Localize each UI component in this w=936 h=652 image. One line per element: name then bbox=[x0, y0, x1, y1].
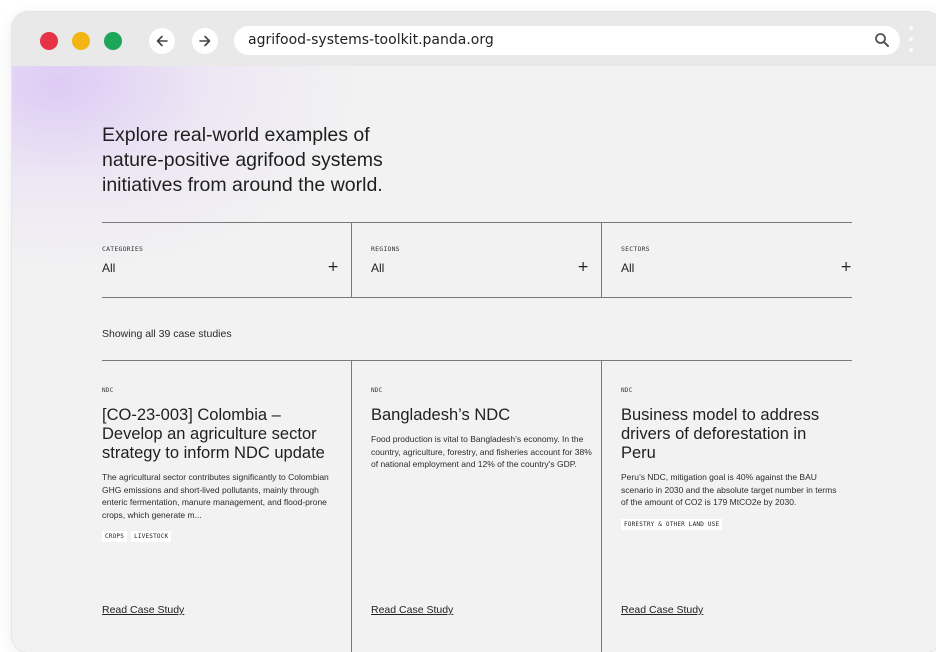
card-tag: NDC bbox=[102, 387, 114, 394]
close-window-button[interactable] bbox=[40, 32, 58, 50]
case-study-card: NDC Business model to address drivers of… bbox=[601, 361, 852, 652]
card-description: Peru’s NDC, mitigation goal is 40% again… bbox=[621, 472, 837, 507]
more-options-icon[interactable] bbox=[908, 26, 914, 56]
forward-button[interactable] bbox=[192, 28, 218, 54]
page-content: Explore real-world examples of nature-po… bbox=[12, 66, 936, 652]
card-chips: CROPS LIVESTOCK bbox=[102, 531, 343, 542]
filter-value: All bbox=[621, 261, 635, 275]
minimize-window-button[interactable] bbox=[72, 32, 90, 50]
card-title[interactable]: Business model to address drivers of def… bbox=[621, 406, 844, 463]
filter-bar: CATEGORIES All + REGIONS All + SECTORS A… bbox=[102, 222, 852, 298]
headline-line-1: Explore real-world examples of bbox=[102, 124, 370, 146]
search-icon[interactable] bbox=[874, 32, 890, 48]
card-chips: FORESTRY & OTHER LAND USE bbox=[621, 518, 844, 530]
chip-forestry: FORESTRY & OTHER LAND USE bbox=[621, 518, 723, 530]
page-headline: Explore real-world examples of nature-po… bbox=[102, 123, 432, 198]
filter-sectors[interactable]: SECTORS All + bbox=[601, 223, 852, 297]
arrow-left-icon bbox=[156, 35, 168, 47]
plus-icon[interactable]: + bbox=[577, 259, 589, 275]
case-study-card: NDC [CO-23-003] Colombia – Develop an ag… bbox=[102, 361, 351, 652]
address-bar-url: agrifood-systems-toolkit.panda.org bbox=[248, 32, 494, 48]
plus-icon[interactable]: + bbox=[840, 259, 852, 275]
back-button[interactable] bbox=[149, 28, 175, 54]
card-tag: NDC bbox=[621, 387, 633, 394]
chip-livestock: LIVESTOCK bbox=[131, 531, 172, 542]
headline-line-2: nature-positive agrifood systems bbox=[102, 149, 383, 171]
card-description: The agricultural sector contributes sign… bbox=[102, 472, 329, 520]
filter-label: SECTORS bbox=[621, 245, 650, 253]
card-title[interactable]: Bangladesh’s NDC bbox=[371, 406, 593, 425]
read-case-study-link[interactable]: Read Case Study bbox=[102, 604, 184, 616]
filter-value: All bbox=[371, 261, 385, 275]
filter-label: CATEGORIES bbox=[102, 245, 144, 253]
browser-toolbar: agrifood-systems-toolkit.panda.org bbox=[12, 12, 936, 66]
filter-value: All bbox=[102, 261, 116, 275]
read-case-study-link[interactable]: Read Case Study bbox=[621, 604, 703, 616]
chip-crops: CROPS bbox=[102, 531, 128, 542]
filter-regions[interactable]: REGIONS All + bbox=[351, 223, 601, 297]
card-title[interactable]: [CO-23-003] Colombia – Develop an agricu… bbox=[102, 406, 343, 463]
results-count: Showing all 39 case studies bbox=[102, 328, 232, 340]
case-study-card: NDC Bangladesh’s NDC Food production is … bbox=[351, 361, 601, 652]
address-bar[interactable]: agrifood-systems-toolkit.panda.org bbox=[234, 26, 900, 55]
read-case-study-link[interactable]: Read Case Study bbox=[371, 604, 453, 616]
filter-label: REGIONS bbox=[371, 245, 400, 253]
filter-categories[interactable]: CATEGORIES All + bbox=[102, 223, 351, 297]
browser-window: agrifood-systems-toolkit.panda.org Explo… bbox=[12, 12, 936, 652]
arrow-right-icon bbox=[199, 35, 211, 47]
plus-icon[interactable]: + bbox=[327, 259, 339, 275]
headline-line-3: initiatives from around the world. bbox=[102, 174, 383, 196]
maximize-window-button[interactable] bbox=[104, 32, 122, 50]
card-tag: NDC bbox=[371, 387, 383, 394]
case-study-grid: NDC [CO-23-003] Colombia – Develop an ag… bbox=[102, 360, 852, 652]
card-description: Food production is vital to Bangladesh’s… bbox=[371, 434, 592, 469]
